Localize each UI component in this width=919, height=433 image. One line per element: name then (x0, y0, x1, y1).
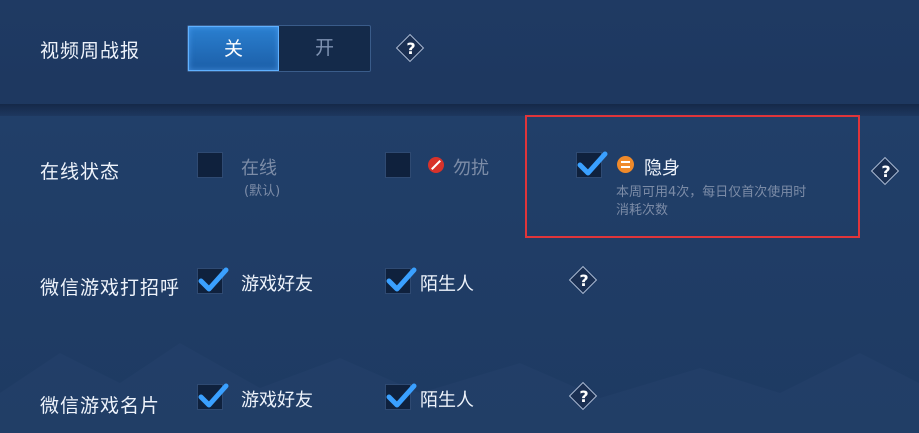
greeting-friends-checkbox[interactable] (197, 267, 229, 294)
question-icon: ? (881, 162, 891, 181)
wechat-card-help-button[interactable]: ? (568, 381, 598, 411)
wechat-greeting-help-button[interactable]: ? (568, 265, 598, 295)
online-checkbox[interactable] (197, 152, 223, 178)
stealth-checkbox[interactable] (576, 151, 608, 178)
toggle-off-option[interactable]: 关 (188, 26, 279, 71)
online-status-label: 在线状态 (40, 161, 121, 183)
online-status-help-button[interactable]: ? (870, 156, 900, 186)
greeting-friends-label: 游戏好友 (241, 274, 313, 295)
stealth-desc-line2: 消耗次数 (616, 203, 669, 218)
do-not-disturb-label: 勿扰 (453, 158, 489, 179)
wechat-card-label: 微信游戏名片 (40, 395, 161, 417)
checkmark-icon (386, 383, 417, 408)
card-strangers-label: 陌生人 (420, 390, 474, 411)
card-friends-label: 游戏好友 (241, 390, 313, 411)
do-not-disturb-checkbox[interactable] (385, 152, 411, 178)
stealth-label: 隐身 (644, 158, 680, 179)
checkmark-icon (198, 267, 229, 292)
greeting-strangers-checkbox[interactable] (385, 267, 417, 294)
online-option-label: 在线 (241, 158, 277, 179)
question-icon: ? (406, 39, 416, 58)
checkmark-icon (198, 383, 229, 408)
video-report-label: 视频周战报 (40, 40, 141, 62)
toggle-on-option[interactable]: 开 (279, 26, 370, 71)
question-icon: ? (579, 271, 589, 290)
question-icon: ? (579, 387, 589, 406)
greeting-strangers-label: 陌生人 (420, 274, 474, 295)
card-friends-checkbox[interactable] (197, 383, 229, 410)
checkmark-icon (577, 151, 608, 176)
stealth-desc-line1: 本周可用4次，每日仅首次使用时 (616, 185, 807, 200)
video-report-toggle[interactable]: 关 开 (187, 25, 371, 72)
stealth-icon (617, 156, 634, 173)
card-strangers-checkbox[interactable] (385, 383, 417, 410)
wechat-greeting-label: 微信游戏打招呼 (40, 277, 181, 299)
no-disturb-icon (428, 157, 444, 173)
online-default-note: (默认) (244, 184, 281, 199)
video-report-help-button[interactable]: ? (395, 33, 425, 63)
checkmark-icon (386, 267, 417, 292)
